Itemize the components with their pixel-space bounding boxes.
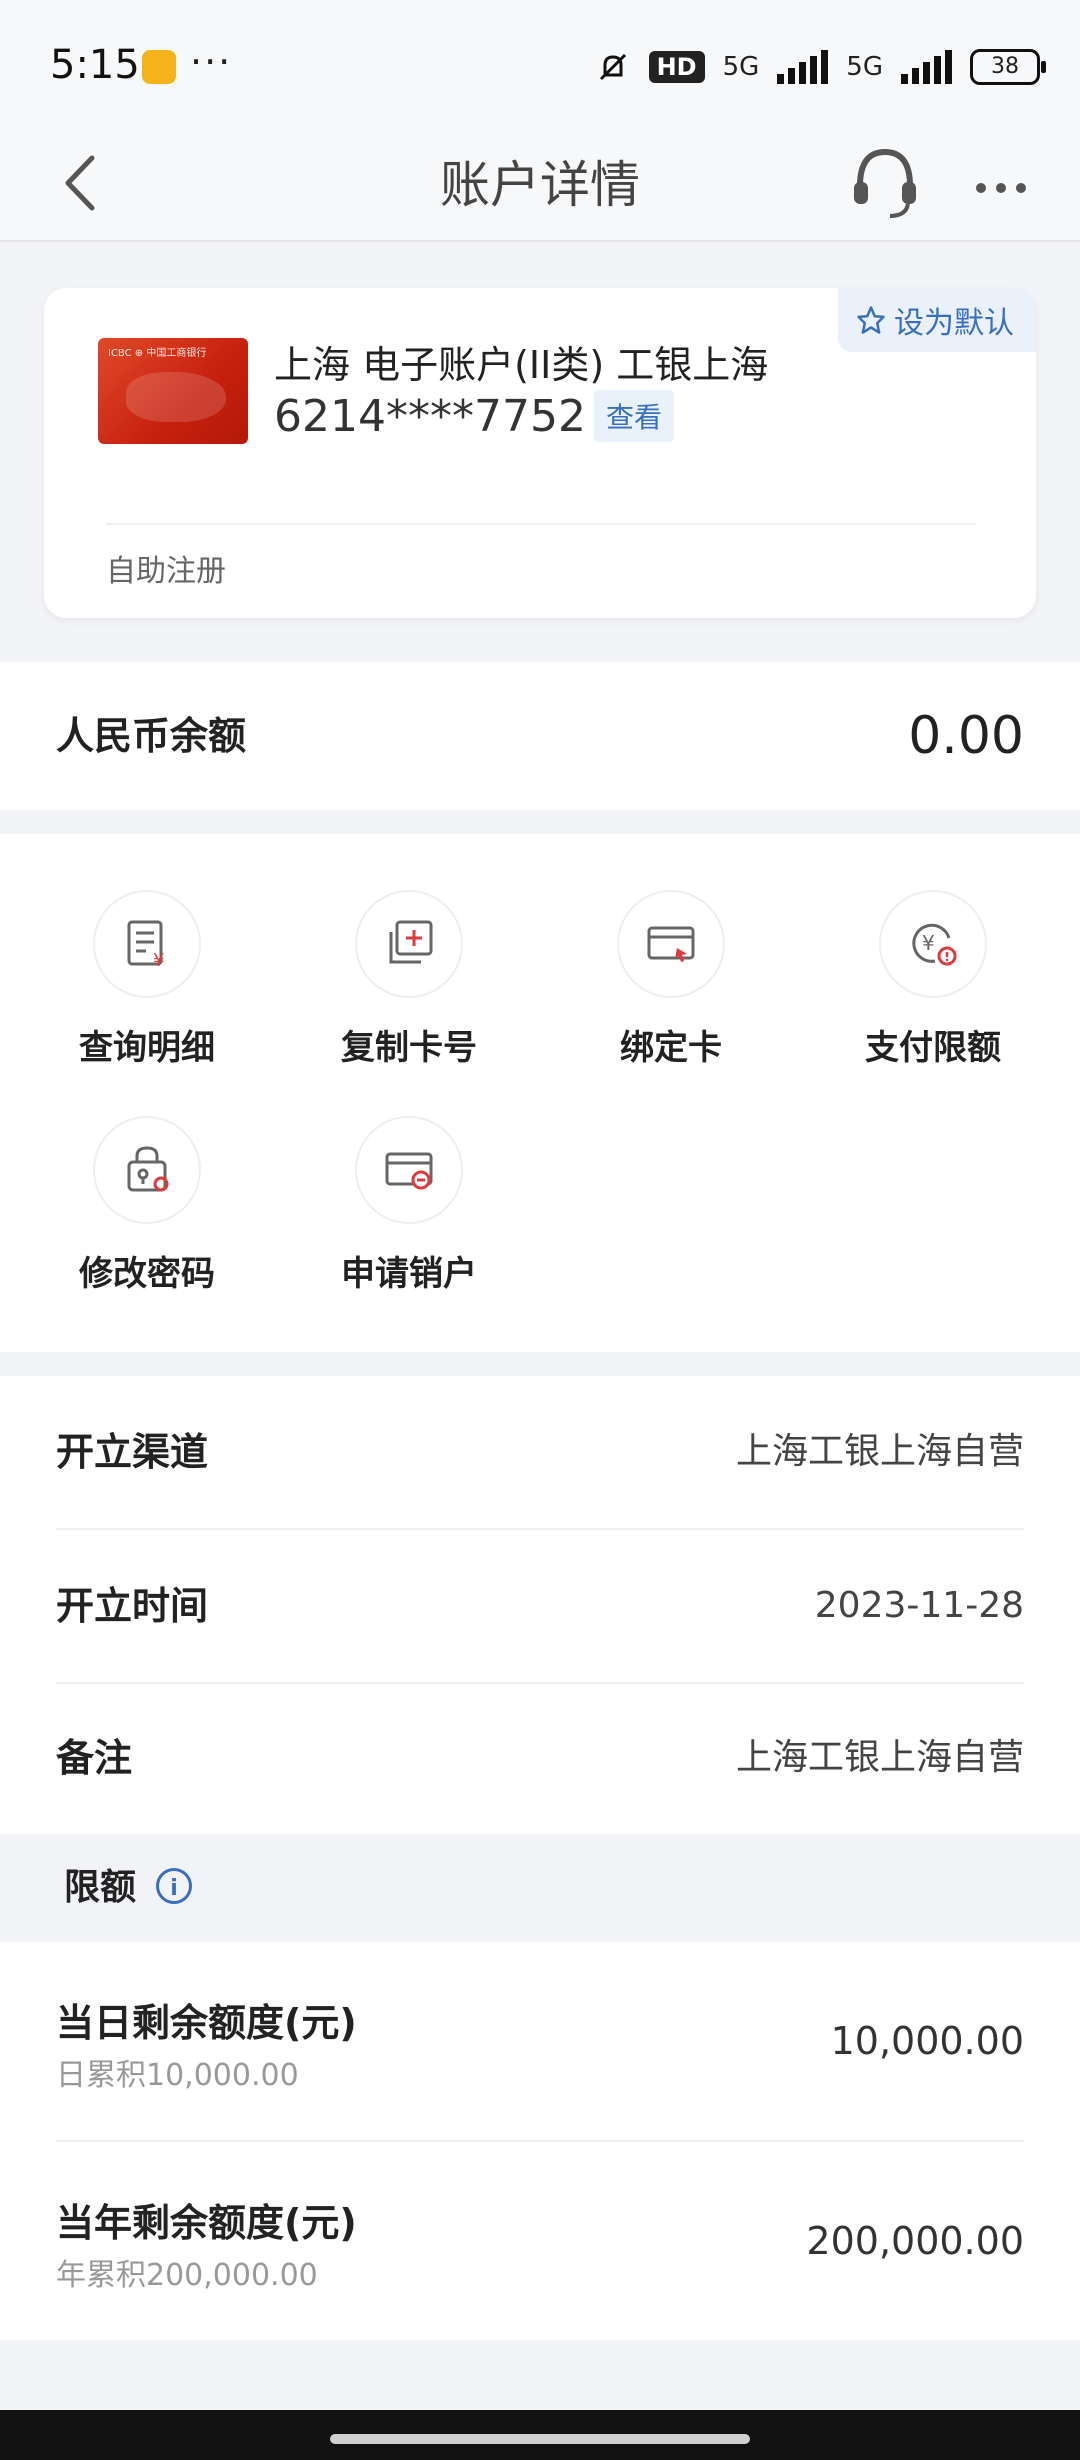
limit-row-yearly: 当年剩余额度(元) 年累积200,000.00 200,000.00 (56, 2142, 1024, 2340)
account-card: 设为默认 ICBC ⊕ 中国工商银行 上海 电子账户(II类) 工银上海 621… (44, 288, 1036, 618)
limit-section-header: 限额 i (0, 1834, 1080, 1942)
info-key: 开立时间 (56, 1584, 209, 1628)
info-row-open-date: 开立时间 2023-11-28 (56, 1530, 1024, 1682)
notification-icon (142, 50, 176, 84)
battery-icon: 38 (970, 49, 1046, 85)
home-indicator[interactable] (330, 2434, 750, 2444)
svg-text:¥: ¥ (922, 931, 935, 955)
func-change-password[interactable]: 修改密码 (16, 1116, 278, 1295)
close-account-icon (355, 1116, 463, 1224)
status-time: 5:15 (50, 42, 140, 88)
limit-value: 10,000.00 (830, 2019, 1024, 2063)
status-icons: HD 5G 5G 38 (595, 42, 1046, 92)
limit-list: 当日剩余额度(元) 日累积10,000.00 10,000.00 当年剩余额度(… (0, 1942, 1080, 2340)
info-row-remark: 备注 上海工银上海自营 (56, 1682, 1024, 1834)
back-icon[interactable] (52, 148, 112, 218)
func-bind-card[interactable]: 绑定卡 (540, 890, 802, 1069)
info-key: 开立渠道 (56, 1430, 209, 1474)
registration-type: 自助注册 (106, 554, 226, 589)
bank-card-image: ICBC ⊕ 中国工商银行 (98, 338, 248, 444)
info-key: 备注 (56, 1736, 133, 1780)
func-copy-card-number[interactable]: 复制卡号 (278, 890, 540, 1069)
func-label: 复制卡号 (341, 1028, 477, 1068)
signal-icon-1 (777, 50, 829, 84)
network-5g-1: 5G (722, 52, 760, 82)
function-grid: ¥ 查询明细 复制卡号 绑定卡 ¥ 支付限额 修改密码 申请销户 (0, 834, 1080, 1352)
account-name: 上海 电子账户(II类) 工银上海 (274, 343, 769, 387)
func-label: 绑定卡 (620, 1028, 722, 1068)
star-icon (857, 306, 885, 334)
func-label: 支付限额 (865, 1028, 1001, 1068)
info-value: 上海工银上海自营 (735, 1737, 1024, 1778)
signal-icon-2 (901, 50, 952, 84)
func-query-details[interactable]: ¥ 查询明细 (16, 890, 278, 1069)
mute-icon (599, 53, 626, 81)
info-icon[interactable]: i (156, 1868, 192, 1904)
func-close-account[interactable]: 申请销户 (278, 1116, 540, 1295)
bank-logo: ICBC ⊕ 中国工商银行 (108, 348, 207, 359)
set-default-label: 设为默认 (894, 306, 1014, 341)
func-payment-limit[interactable]: ¥ 支付限额 (802, 890, 1064, 1069)
limit-key: 当年剩余额度(元) (56, 2201, 357, 2245)
func-label: 查询明细 (79, 1028, 215, 1068)
limit-sub: 日累积10,000.00 (56, 2058, 299, 2093)
nav-bar: 账户详情 (0, 130, 1080, 242)
bind-card-icon (617, 890, 725, 998)
limit-key: 当日剩余额度(元) (56, 2001, 357, 2045)
card-map-graphic (126, 372, 226, 422)
func-label: 申请销户 (341, 1254, 477, 1294)
account-number: 6214****7752 (274, 390, 586, 442)
limit-sub: 年累积200,000.00 (56, 2258, 318, 2293)
account-info-list: 开立渠道 上海工银上海自营 开立时间 2023-11-28 备注 上海工银上海自… (0, 1376, 1080, 1834)
status-bar: 5:15 ··· HD 5G 5G 38 (0, 0, 1080, 130)
customer-service-icon[interactable] (850, 142, 920, 222)
password-icon (93, 1116, 201, 1224)
statement-icon: ¥ (93, 890, 201, 998)
info-value: 上海工银上海自营 (735, 1431, 1024, 1472)
copy-card-icon (355, 890, 463, 998)
balance-label: 人民币余额 (56, 714, 247, 758)
view-number-button[interactable]: 查看 (593, 390, 674, 442)
set-default-button[interactable]: 设为默认 (838, 288, 1036, 352)
card-divider (106, 523, 976, 525)
balance-value: 0.00 (908, 706, 1024, 766)
func-label: 修改密码 (79, 1254, 215, 1294)
more-menu-icon[interactable] (976, 178, 1036, 197)
info-row-channel: 开立渠道 上海工银上海自营 (56, 1376, 1024, 1528)
payment-limit-icon: ¥ (879, 890, 987, 998)
svg-text:¥: ¥ (153, 950, 164, 971)
network-5g-2: 5G (846, 52, 883, 82)
account-number-row: 6214****7752 查看 (274, 390, 674, 442)
limit-row-daily: 当日剩余额度(元) 日累积10,000.00 10,000.00 (56, 1942, 1024, 2140)
limit-value: 200,000.00 (806, 2219, 1024, 2263)
balance-row: 人民币余额 0.00 (0, 662, 1080, 810)
limit-title: 限额 (64, 1867, 137, 1908)
info-value: 2023-11-28 (814, 1585, 1024, 1626)
hd-badge: HD (648, 51, 705, 83)
more-notifications-icon: ··· (190, 40, 233, 84)
